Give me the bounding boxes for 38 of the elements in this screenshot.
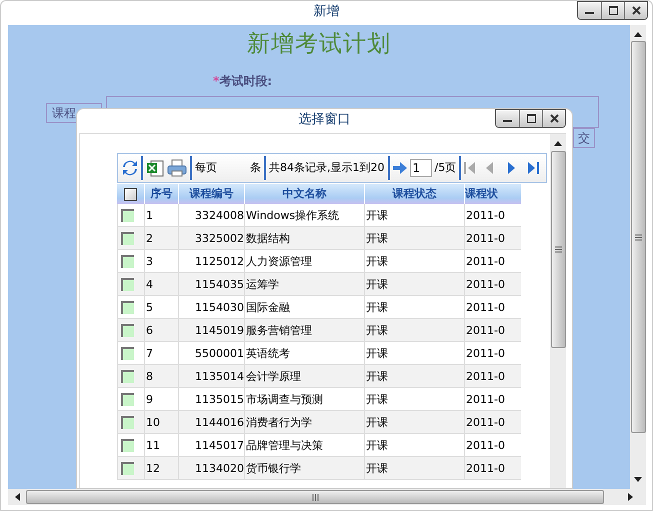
dialog-title: 选择窗口 — [298, 112, 350, 127]
table-cell: 2011-0 — [464, 365, 521, 388]
table-cell: 开课 — [364, 365, 464, 388]
table-cell: 数据结构 — [244, 227, 364, 250]
table-cell: 1134020 — [178, 457, 244, 480]
page-total: /5页 — [434, 160, 456, 176]
table-cell: 1135014 — [178, 365, 244, 388]
table-cell: 12 — [144, 457, 178, 480]
table-cell: 4 — [144, 273, 178, 296]
table-cell: 开课 — [364, 227, 464, 250]
per-page-label: 每页 — [195, 160, 217, 176]
per-page-unit: 条 — [250, 160, 261, 176]
table-cell: 2 — [144, 227, 178, 250]
table-cell: 货币银行学 — [244, 457, 364, 480]
table-cell: 2011-0 — [464, 227, 521, 250]
table-cell: 8 — [144, 365, 178, 388]
table-cell: 2011-0 — [464, 273, 521, 296]
table-cell: 开课 — [364, 273, 464, 296]
table-cell: 1144016 — [178, 411, 244, 434]
field-label: *考试时段: — [213, 74, 272, 88]
table-cell: 2011-0 — [464, 411, 521, 434]
table-cell: 1145019 — [178, 319, 244, 342]
table-cell: 开课 — [364, 411, 464, 434]
form-heading: 新增考试计划 — [246, 30, 392, 59]
table-cell: 1154035 — [178, 273, 244, 296]
table-cell: 运筹学 — [244, 273, 364, 296]
table-cell: 消费者行为学 — [244, 411, 364, 434]
table-cell: 6 — [144, 319, 178, 342]
record-summary: 共84条记录,显示1到20 — [269, 160, 384, 176]
table-cell: 开课 — [364, 319, 464, 342]
window-title: 新增 — [314, 4, 340, 19]
table-cell: 3325002 — [178, 227, 244, 250]
table-cell: 2011-0 — [464, 319, 521, 342]
table-cell: 2011-0 — [464, 457, 521, 480]
table-cell: 服务营销管理 — [244, 319, 364, 342]
table-cell: 开课 — [364, 457, 464, 480]
table-cell: 会计学原理 — [244, 365, 364, 388]
table-cell: 10 — [144, 411, 178, 434]
